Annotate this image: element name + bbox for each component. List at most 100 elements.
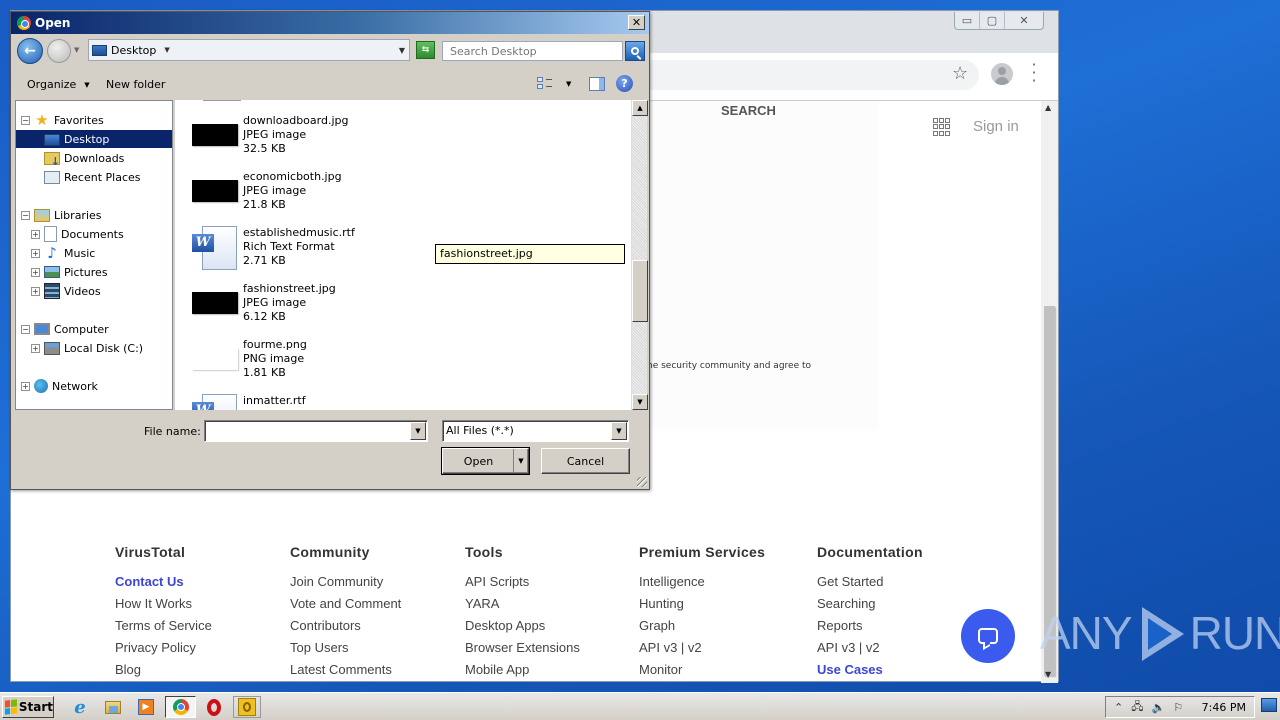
dialog-close-button[interactable]: ✕ (628, 15, 645, 30)
close-window-button[interactable]: ✕ (1005, 12, 1043, 29)
footer-link-monitor[interactable]: Monitor (639, 662, 765, 681)
footer-link-desktop-apps[interactable]: Desktop Apps (465, 618, 580, 640)
footer-link-reports[interactable]: Reports (817, 618, 923, 640)
taskbar-chrome[interactable] (165, 696, 196, 718)
file-list-scrollbar[interactable]: ▲ ▼ (631, 100, 648, 410)
taskbar-windows-explorer[interactable] (99, 696, 127, 718)
tree-item-computer[interactable]: − Computer (21, 320, 109, 338)
maximize-button[interactable]: ▢ (980, 12, 1005, 29)
show-hidden-icons-icon[interactable]: ⌃ (1114, 701, 1123, 714)
action-center-flag-icon[interactable]: ⚐ (1173, 701, 1183, 714)
browser-menu-icon[interactable]: · · · (1029, 57, 1039, 89)
chat-button[interactable] (961, 609, 1015, 663)
expand-icon[interactable]: + (31, 229, 40, 239)
footer-link-use-cases[interactable]: Use Cases (817, 662, 923, 681)
expand-icon[interactable]: + (31, 286, 40, 296)
breadcrumb-desktop[interactable]: Desktop (111, 44, 156, 57)
back-button[interactable]: ← (17, 38, 43, 64)
tree-item-favorites[interactable]: − ★ Favorites (21, 111, 104, 129)
tree-item-local-disk[interactable]: + Local Disk (C:) (31, 339, 143, 357)
show-desktop-button[interactable] (1261, 698, 1277, 712)
footer-link-vote-comment[interactable]: Vote and Comment (290, 596, 401, 618)
footer-link-how-it-works[interactable]: How It Works (115, 596, 212, 618)
breadcrumb-arrow-icon[interactable]: ▼ (164, 46, 169, 54)
footer-link-contributors[interactable]: Contributors (290, 618, 401, 640)
taskbar-opera[interactable] (200, 696, 228, 718)
footer-link-api-premium[interactable]: API v3 | v2 (639, 640, 765, 662)
clock[interactable]: 7:46 PM (1202, 701, 1246, 714)
help-icon[interactable]: ? (616, 75, 633, 92)
file-item[interactable]: downloadboard.jpg JPEG image 32.5 KB (192, 114, 348, 170)
file-name-dropdown-icon[interactable]: ▼ (410, 422, 426, 440)
page-scrollbar[interactable]: ▲ ▼ (1041, 101, 1058, 683)
expand-icon[interactable]: + (31, 267, 40, 277)
footer-link-hunting[interactable]: Hunting (639, 596, 765, 618)
cancel-button[interactable]: Cancel (541, 448, 630, 474)
collapse-icon[interactable]: − (21, 115, 30, 125)
footer-link-terms[interactable]: Terms of Service (115, 618, 212, 640)
forward-button[interactable]: → (47, 39, 71, 63)
footer-link-join-community[interactable]: Join Community (290, 574, 401, 596)
history-dropdown-icon[interactable]: ▼ (74, 46, 79, 54)
bookmark-star-icon[interactable]: ☆ (952, 63, 968, 84)
footer-link-blog[interactable]: Blog (115, 662, 212, 681)
organize-button[interactable]: Organize ▼ (27, 78, 90, 91)
footer-link-privacy[interactable]: Privacy Policy (115, 640, 212, 662)
collapse-icon[interactable]: − (21, 210, 30, 220)
open-options-dropdown-icon[interactable]: ▼ (513, 449, 528, 473)
file-item[interactable]: fourme.png PNG image 1.81 KB (192, 338, 307, 394)
profile-avatar-icon[interactable] (991, 63, 1013, 85)
sign-in-link[interactable]: Sign in (973, 118, 1019, 135)
minimize-button[interactable]: ▭ (955, 12, 980, 29)
expand-icon[interactable]: + (21, 381, 30, 391)
scroll-down-arrow-icon[interactable]: ▼ (1045, 670, 1051, 679)
footer-link-top-users[interactable]: Top Users (290, 640, 401, 662)
footer-link-contact-us[interactable]: Contact Us (115, 574, 212, 596)
new-folder-button[interactable]: New folder (106, 78, 165, 91)
expand-icon[interactable]: + (31, 343, 40, 353)
resize-grip[interactable] (637, 477, 647, 487)
file-list-scrollbar-thumb[interactable] (632, 260, 648, 322)
network-warning-icon[interactable]: 🖧 (1131, 698, 1143, 717)
preview-pane-icon[interactable] (589, 77, 605, 91)
file-item[interactable]: fashionstreet.jpg JPEG image 6.12 KB (192, 282, 336, 338)
refresh-button[interactable]: ⇆ (416, 41, 435, 59)
footer-link-browser-extensions[interactable]: Browser Extensions (465, 640, 580, 662)
taskbar-media-player[interactable]: ▶ (132, 696, 160, 718)
footer-link-mobile-app[interactable]: Mobile App (465, 662, 580, 681)
footer-link-yara[interactable]: YARA (465, 596, 580, 618)
open-button[interactable]: Open ▼ (441, 447, 530, 475)
tree-item-recent-places[interactable]: Recent Places (44, 168, 141, 186)
footer-link-intelligence[interactable]: Intelligence (639, 574, 765, 596)
search-button[interactable] (625, 41, 645, 61)
tree-item-videos[interactable]: + Videos (31, 282, 101, 300)
tree-item-libraries[interactable]: − Libraries (21, 206, 102, 224)
footer-link-searching[interactable]: Searching (817, 596, 923, 618)
tree-item-desktop[interactable]: Desktop (16, 130, 172, 148)
change-view-icon[interactable] (537, 77, 553, 91)
file-item[interactable]: W establishedmusic.rtf Rich Text Format … (192, 226, 355, 282)
footer-link-api-docs[interactable]: API v3 | v2 (817, 640, 923, 662)
search-heading[interactable]: SEARCH (721, 103, 776, 118)
volume-icon[interactable]: 🔈 (1151, 701, 1165, 714)
footer-link-api-scripts[interactable]: API Scripts (465, 574, 580, 596)
expand-icon[interactable]: + (31, 248, 40, 258)
footer-link-latest-comments[interactable]: Latest Comments (290, 662, 401, 681)
tree-item-pictures[interactable]: + Pictures (31, 263, 108, 281)
tree-item-documents[interactable]: + Documents (31, 225, 124, 243)
file-name-combobox[interactable]: ▼ (204, 420, 428, 442)
scroll-up-arrow-icon[interactable]: ▲ (1045, 103, 1051, 112)
search-input[interactable] (442, 41, 623, 61)
tree-item-network[interactable]: + Network (21, 377, 98, 395)
collapse-icon[interactable]: − (21, 324, 30, 334)
file-name-input[interactable] (207, 423, 407, 439)
taskbar-internet-explorer[interactable]: e (66, 696, 94, 718)
footer-link-get-started[interactable]: Get Started (817, 574, 923, 596)
address-dropdown-icon[interactable]: ▼ (399, 46, 405, 55)
scroll-up-arrow-icon[interactable]: ▲ (632, 100, 648, 116)
footer-link-graph[interactable]: Graph (639, 618, 765, 640)
file-item[interactable]: economicboth.jpg JPEG image 21.8 KB (192, 170, 342, 226)
apps-grid-icon[interactable] (933, 118, 951, 136)
taskbar-norton[interactable] (233, 696, 261, 718)
scroll-down-arrow-icon[interactable]: ▼ (632, 394, 648, 410)
